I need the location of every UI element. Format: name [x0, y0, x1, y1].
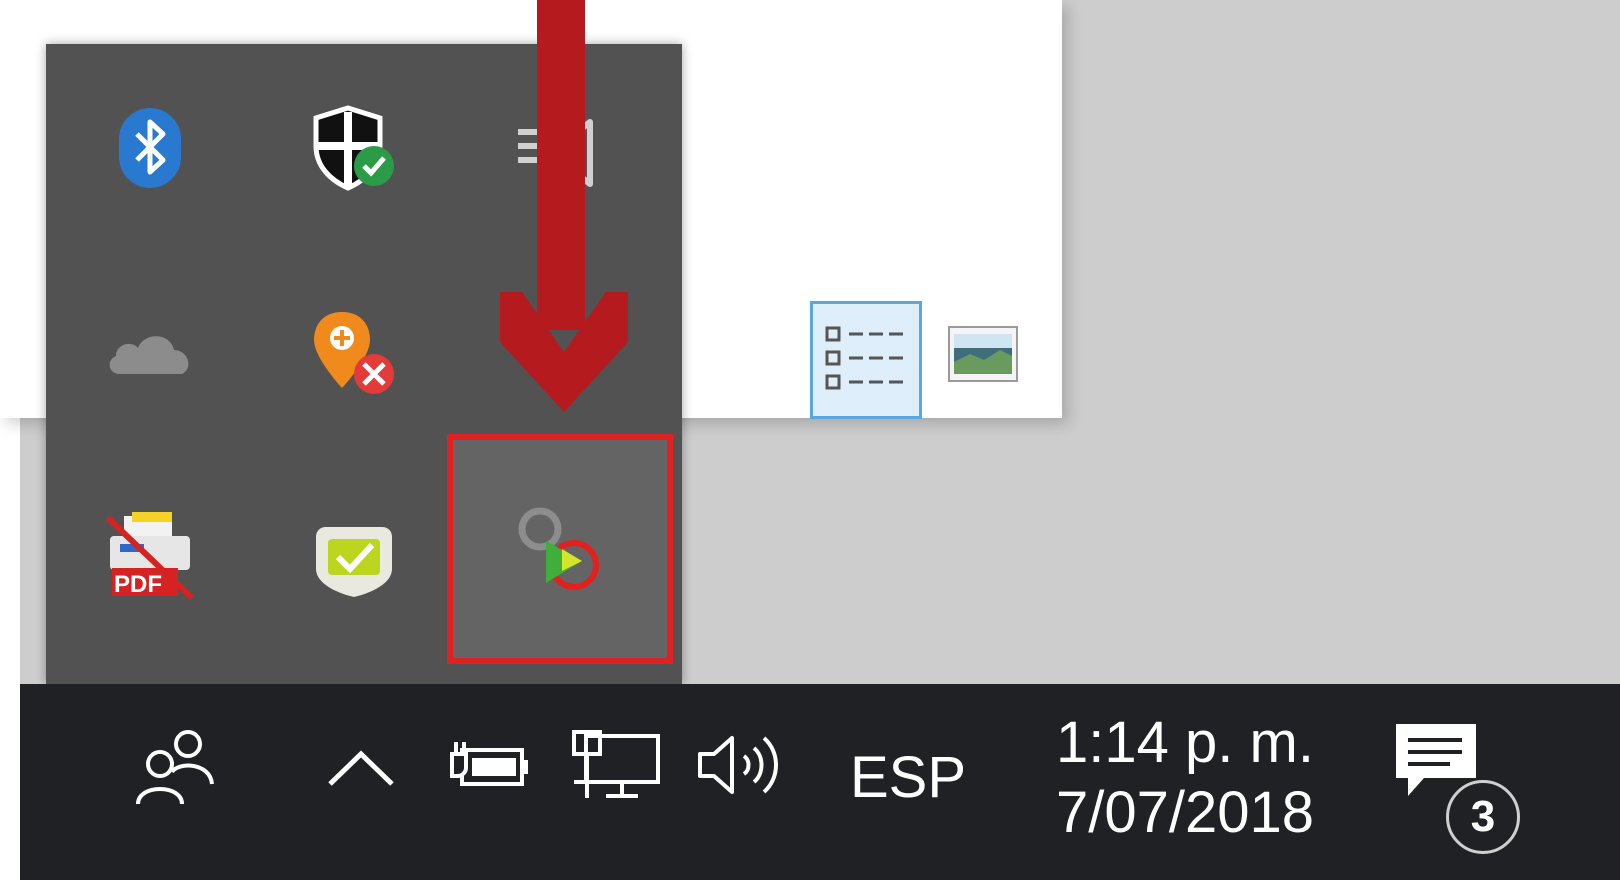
notification-count-badge: 3 [1446, 780, 1520, 854]
battery-plug-icon [450, 742, 528, 786]
bluetooth-icon [119, 108, 181, 188]
tray-slot-checkmark[interactable] [254, 456, 454, 656]
details-view-button[interactable] [810, 301, 922, 419]
pdf-printer-icon: PDF [105, 512, 195, 601]
thumbnail-view-icon [954, 334, 1012, 374]
volume-button[interactable] [694, 728, 790, 806]
tray-slot-location[interactable] [254, 252, 454, 452]
tray-slot-record-play-selected[interactable] [447, 434, 673, 664]
security-shield-icon [313, 105, 394, 191]
annotation-arrow-shaft [537, 0, 585, 330]
onedrive-cloud-icon [109, 336, 189, 374]
people-icon [136, 730, 214, 805]
annotation-arrow-head-icon [500, 292, 628, 412]
network-button[interactable] [566, 728, 662, 806]
clock-date: 7/07/2018 [1055, 780, 1315, 845]
people-button[interactable] [132, 722, 222, 814]
action-center-button[interactable]: 3 [1386, 718, 1536, 868]
input-language-button[interactable]: ESP [850, 744, 966, 811]
tray-slot-security[interactable] [254, 48, 454, 248]
tray-slot-pdf-printer[interactable]: PDF [50, 456, 250, 656]
record-play-icon [518, 507, 599, 590]
checkmark-badge-icon [316, 527, 392, 597]
network-icon [572, 730, 660, 798]
pdf-label: PDF [114, 571, 162, 598]
volume-icon [698, 736, 778, 794]
battery-button[interactable] [444, 734, 534, 798]
taskbar: ESP 1:14 p. m. 7/07/2018 3 [20, 684, 1620, 880]
location-error-icon [314, 312, 394, 394]
details-view-icon [825, 326, 903, 390]
tray-slot-bluetooth[interactable] [50, 48, 250, 248]
chevron-up-icon [328, 750, 394, 786]
thumbnail-view-button[interactable] [948, 326, 1018, 382]
tray-slot-onedrive[interactable] [50, 252, 250, 452]
show-hidden-icons-button[interactable] [326, 748, 396, 794]
clock-time: 1:14 p. m. [1056, 710, 1314, 775]
clock-button[interactable]: 1:14 p. m. 7/07/2018 [1045, 708, 1325, 848]
